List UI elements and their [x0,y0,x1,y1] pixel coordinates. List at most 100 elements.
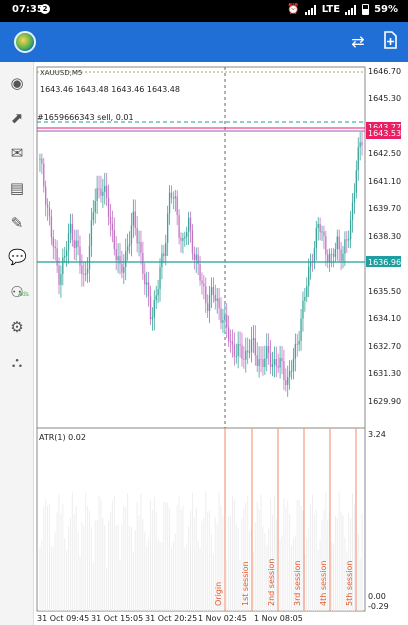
candle-body [233,344,236,357]
candle-body [325,236,327,255]
candle-body [155,295,157,301]
candle-body [226,314,228,328]
trading-ads-icon[interactable]: ✎ [8,214,26,232]
candle-body [296,343,298,345]
candle-body [218,298,220,309]
chat-icon[interactable]: 💬 [8,248,27,266]
candle-body [346,239,348,241]
candle-body [54,246,56,249]
candle-body [338,236,340,250]
candle-body [77,240,79,247]
candle-body [344,239,346,254]
candle-body [288,371,291,377]
candle-body [195,254,197,260]
candle-body [241,345,243,359]
candle-body [69,223,72,234]
candle-body [64,256,66,258]
community-icon[interactable]: ⚇ [8,283,26,301]
candle-body [300,318,302,341]
candle-body [287,376,289,385]
candle-body [109,216,112,224]
settings-icon[interactable]: ⚙ [8,318,26,336]
chart-icon[interactable]: ⬈ [8,109,26,127]
candle-body [86,269,89,274]
candle-body [189,217,192,231]
candle-body [330,253,333,255]
signals-icon[interactable]: ⛬ [8,353,26,371]
quotes-icon[interactable]: ◉ [8,74,26,92]
candle-body [178,215,180,238]
candle-body [315,227,317,249]
candle-body [46,204,49,208]
candle-body [271,364,274,367]
candle-body [340,249,342,261]
candle-body [142,252,144,274]
candle-body [126,246,129,252]
candle-body [176,196,178,216]
candle-body [245,350,247,360]
chart-area[interactable]: XAUUSD,M5 1643.46 1643.48 1643.46 1643.4… [34,62,408,625]
candle-body [201,280,203,284]
candle-body [117,256,119,260]
candle-body [132,211,135,226]
candle-body [79,246,81,266]
chart-svg[interactable]: XAUUSD,M5 1643.46 1643.48 1643.46 1643.4… [34,62,408,625]
candle-body [65,250,68,257]
candle-body [163,253,165,257]
indicator-panel [36,427,366,612]
candle-body [115,249,117,260]
atr-min2-label: -0.29 [368,602,389,611]
candle-body [317,223,319,228]
candle-body [168,192,171,214]
ohlc-values: 1643.46 1643.48 1643.46 1643.48 [40,85,180,94]
candle-body [214,294,216,301]
candle-body [298,340,300,345]
candle-body [262,359,264,368]
alarm-icon: ⏰ [287,4,300,15]
candle-body [100,188,102,196]
app-logo-icon[interactable] [14,31,36,53]
candle-body [361,142,363,146]
candle-body [323,231,325,237]
mail-icon[interactable]: ✉ [8,144,26,162]
candle-body [229,341,232,343]
candle-body [220,308,222,323]
candle-body [222,320,224,323]
candle-body [306,286,308,297]
candle-body [50,216,53,238]
candle-body [248,351,251,353]
candle-body [94,201,96,213]
candle-body [123,267,125,273]
candle-body [85,273,87,275]
candle-body [319,223,321,233]
candle-body [321,231,323,233]
candle-body [166,213,169,243]
candle-body [197,254,199,265]
candle-body [193,253,195,260]
candle-body [153,300,155,318]
candle-body [353,192,356,203]
candle-body [186,232,188,237]
status-bar: 07:35 2 ⏰ LTE 59% [0,0,408,22]
candle-body [266,346,268,359]
bid-price-label: 1643.53 [368,129,401,138]
candle-body [308,266,310,287]
candle-body [182,238,184,241]
candle-body [48,207,51,217]
candle-body [275,358,277,366]
candle-body [157,289,159,296]
new-order-icon[interactable] [378,30,402,54]
candle-body [96,188,98,202]
candle-body [104,185,106,192]
one-click-trading-icon[interactable]: ⇄ [346,30,370,54]
news-icon[interactable]: ▤ [8,179,26,197]
candle-body [67,233,70,251]
time-axis: 31 Oct 09:45 31 Oct 15:05 31 Oct 20:25 1… [37,614,303,623]
candle-body [328,253,331,262]
candle-body [203,283,205,287]
time-label: 1 Nov 08:05 [254,614,303,623]
signal-icon-2 [345,4,357,15]
candle-body [313,248,316,263]
candle-body [334,249,337,257]
candle-body [161,253,163,268]
